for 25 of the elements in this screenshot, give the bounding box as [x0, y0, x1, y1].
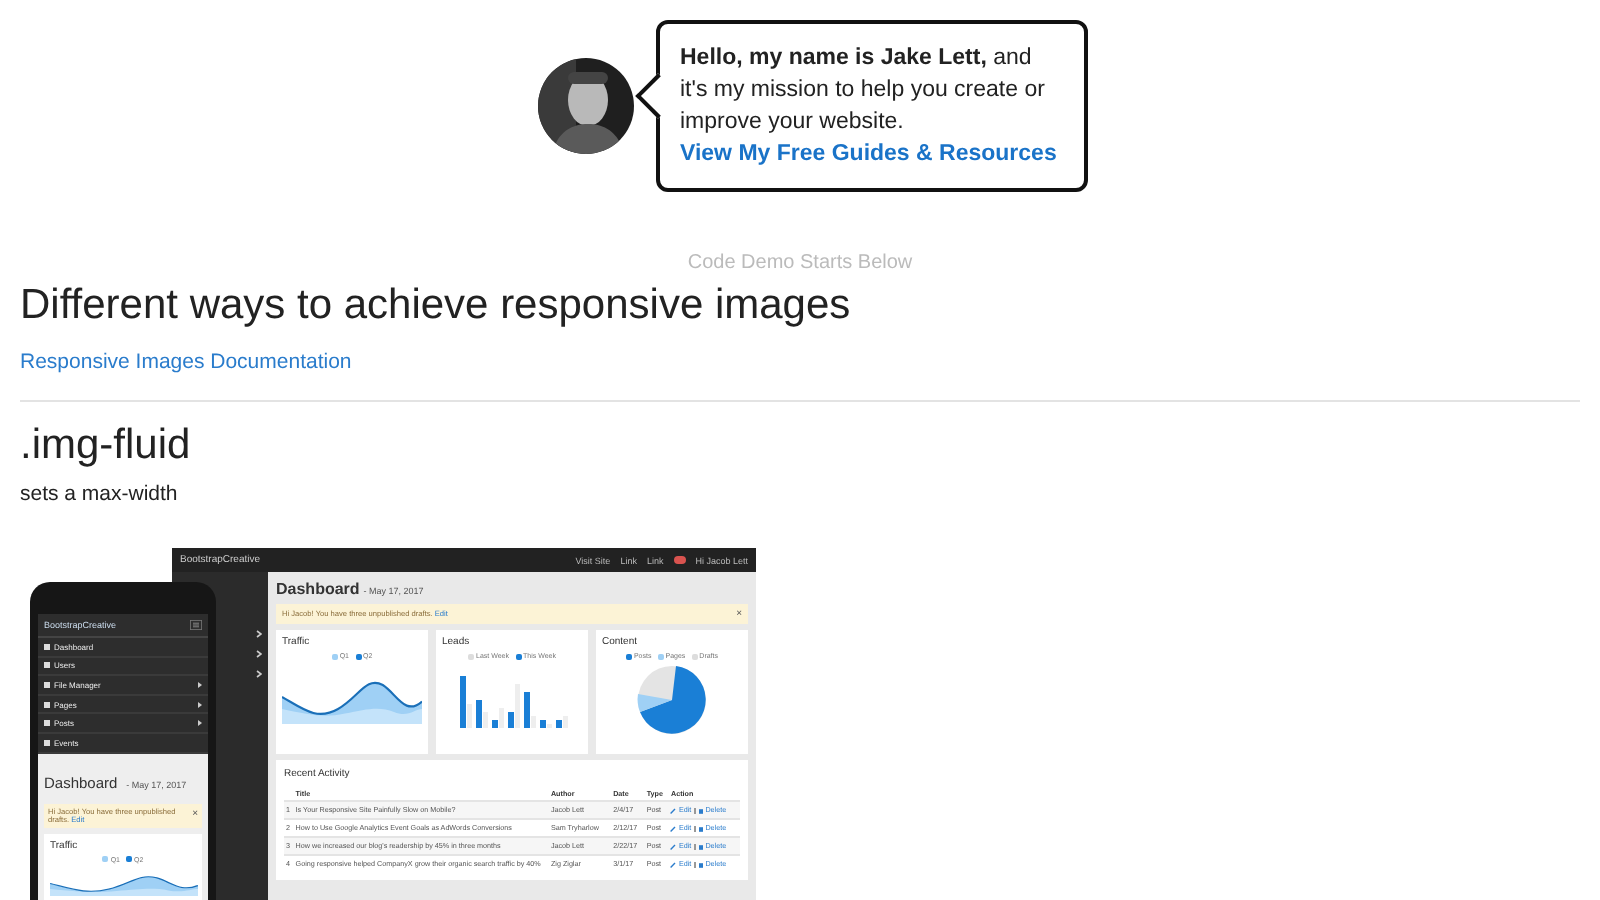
documentation-link[interactable]: Responsive Images Documentation [20, 350, 352, 374]
caret-icon [198, 681, 202, 688]
trash-icon [697, 843, 704, 849]
demo-note: Code Demo Starts Below [685, 252, 915, 274]
section-description: sets a max-width [20, 482, 180, 506]
dashboard-title: Dashboard [276, 580, 360, 598]
pencil-icon [670, 825, 677, 831]
trash-icon [697, 861, 704, 867]
notification-icon [673, 556, 686, 564]
pencil-icon [670, 807, 677, 813]
trash-icon [697, 825, 704, 831]
pencil-icon [670, 861, 677, 867]
guides-link[interactable]: View My Free Guides & Resources [680, 142, 1057, 166]
section-heading: .img-fluid [20, 422, 193, 470]
menu-icon[interactable] [190, 620, 202, 630]
chevron-icon [256, 630, 262, 638]
page-heading: Different ways to achieve responsive images [20, 282, 853, 330]
caret-icon [198, 720, 202, 727]
chevron-icon [256, 650, 262, 658]
trash-icon [697, 807, 704, 813]
caret-icon [198, 701, 202, 708]
pie-chart-drawing [636, 664, 708, 736]
pencil-icon [670, 843, 677, 849]
chevron-icon [256, 670, 262, 678]
intro-text: Hello, my name is Jake Lett, and it's my mission to help you create or improve your website. [680, 46, 1045, 134]
